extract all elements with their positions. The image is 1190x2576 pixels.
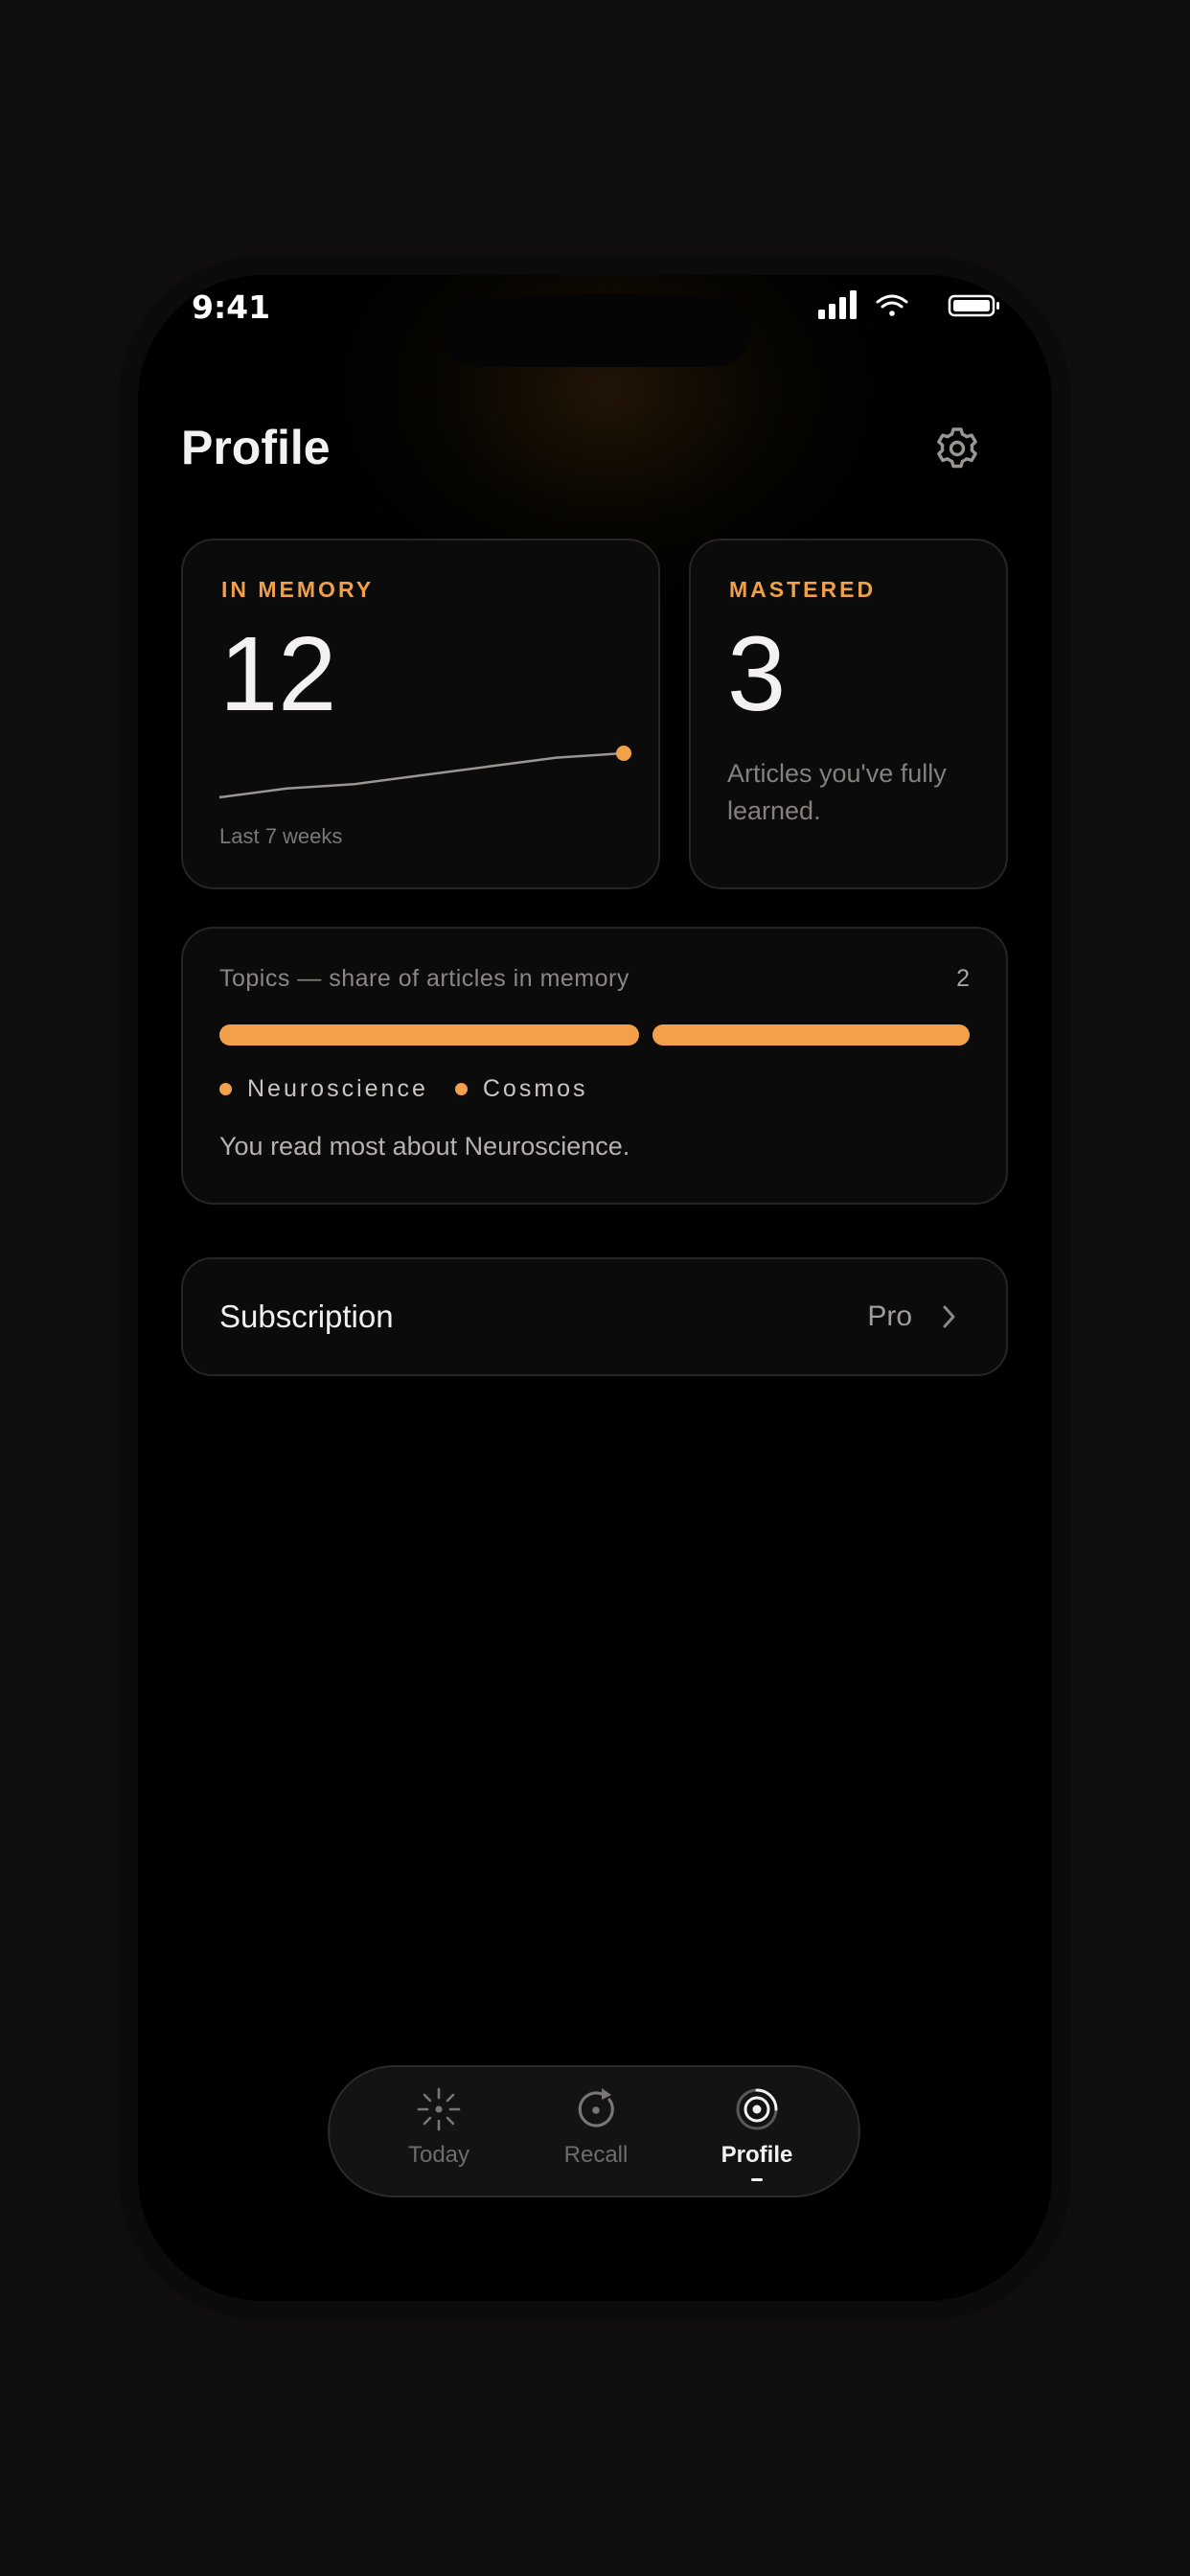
gear-icon[interactable]	[933, 425, 981, 472]
topics-legend: Neuroscience Cosmos	[219, 1072, 588, 1105]
mastered-value: 3	[727, 615, 787, 733]
page-title: Profile	[181, 421, 331, 474]
tab-bar: Today Recall Profile	[328, 2065, 860, 2197]
status-time: 9:41	[192, 288, 271, 326]
in-memory-caption: Last 7 weeks	[219, 824, 343, 848]
subscription-label: Subscription	[219, 1299, 394, 1334]
signal-icon	[818, 290, 857, 319]
tab-label: Recall	[563, 2142, 629, 2168]
wifi-icon	[876, 294, 908, 316]
in-memory-card[interactable]: IN MEMORY 12 Last 7 weeks	[181, 539, 660, 889]
tab-recall[interactable]: Recall	[529, 2067, 663, 2196]
active-tab-indicator	[751, 2178, 763, 2181]
topics-summary: You read most about Neuroscience.	[219, 1132, 630, 1161]
app-screen: 9:41 Profile IN MEMORY 12 Last 7 weeks M…	[138, 275, 1052, 2301]
in-memory-label: IN MEMORY	[221, 577, 375, 602]
topics-header: Topics — share of articles in memory	[219, 965, 629, 992]
battery-icon	[948, 294, 999, 317]
tab-label: Today	[407, 2142, 470, 2168]
legend-label: Cosmos	[482, 1074, 588, 1102]
tab-label: Profile	[721, 2142, 793, 2168]
subscription-value: Pro	[867, 1300, 912, 1332]
topics-count: 2	[956, 965, 970, 992]
topic-bar-segment-cosmos	[652, 1024, 970, 1046]
tab-today[interactable]: Today	[372, 2067, 506, 2196]
sun-icon	[417, 2087, 461, 2131]
chevron-right-icon	[943, 1305, 955, 1328]
legend-item-neuroscience: Neuroscience	[219, 1075, 428, 1103]
sparkline-path	[218, 751, 625, 799]
mastered-description: Articles you've fully learned.	[727, 759, 947, 825]
in-memory-sparkline	[218, 746, 631, 799]
status-icons	[818, 290, 999, 319]
in-memory-value: 12	[219, 615, 337, 733]
tab-profile[interactable]: Profile	[690, 2067, 824, 2196]
topics-card: Topics — share of articles in memory 2 N…	[181, 927, 1008, 1205]
recall-icon	[578, 2088, 614, 2128]
legend-dot	[219, 1082, 232, 1095]
topic-bar-segment-neuroscience	[219, 1024, 640, 1046]
legend-dot	[454, 1082, 468, 1095]
dynamic-island	[439, 294, 751, 367]
mastered-label: MASTERED	[729, 577, 877, 602]
profile-rings-icon	[736, 2088, 778, 2130]
sparkline-endpoint	[616, 746, 631, 761]
legend-label: Neuroscience	[247, 1074, 428, 1102]
mastered-card[interactable]: MASTERED 3 Articles you've fully learned…	[689, 539, 1008, 889]
legend-item-cosmos: Cosmos	[454, 1074, 588, 1103]
subscription-row[interactable]: Subscription Pro	[181, 1257, 1008, 1376]
